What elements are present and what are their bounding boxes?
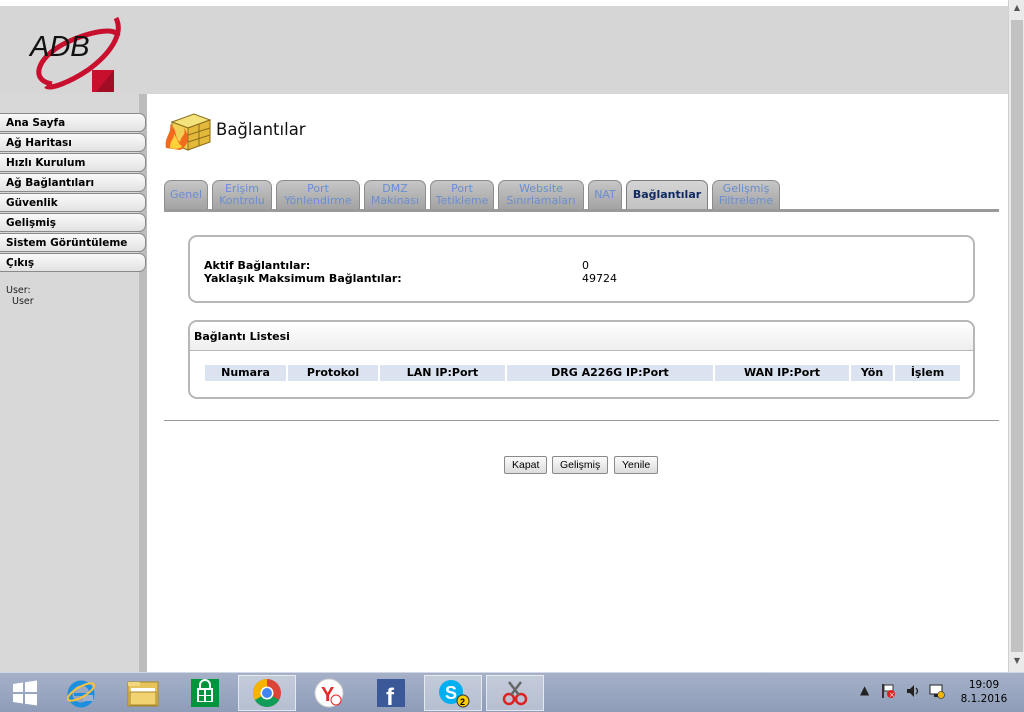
tab-port-yonlendirme[interactable]: Port Yönlendirme [276, 180, 360, 209]
sidebar-nav: Ana Sayfa Ağ Haritası Hızlı Kurulum Ağ B… [0, 113, 146, 273]
tab-dmz-makinasi[interactable]: DMZ Makinası [364, 180, 426, 209]
folder-icon [127, 681, 159, 707]
tab-genel[interactable]: Genel [164, 180, 208, 209]
taskbar-facebook[interactable]: f [362, 675, 420, 711]
taskbar-skype[interactable]: S 2 [424, 675, 482, 711]
column-protokol: Protokol [288, 365, 380, 381]
firewall-icon [165, 113, 212, 151]
sidebar-item-sistem-goruntuleme[interactable]: Sistem Görüntüleme [0, 233, 146, 252]
scroll-thumb[interactable] [1011, 20, 1023, 652]
divider [164, 420, 999, 421]
store-icon [191, 679, 219, 707]
column-yon: Yön [851, 365, 895, 381]
show-hidden-icons-icon[interactable]: ▲ [860, 683, 869, 697]
snipping-tool-icon [502, 681, 528, 706]
clock-date: 8.1.2016 [960, 693, 1008, 705]
taskbar: Y f S 2 ▲ × 19:09 8.1.2016 [0, 672, 1024, 712]
skype-icon: S 2 [439, 680, 470, 708]
windows-start-icon [13, 680, 37, 706]
svg-text:ADB: ADB [28, 31, 90, 63]
yandex-browser-icon: Y [314, 678, 344, 708]
sidebar-item-guvenlik[interactable]: Güvenlik [0, 193, 146, 212]
user-label: User: [6, 285, 31, 296]
tab-baglantilar[interactable]: Bağlantılar [626, 180, 708, 209]
action-center-flag-icon[interactable]: × [880, 683, 896, 699]
column-lan-ip-port: LAN IP:Port [380, 365, 507, 381]
column-wan-ip-port: WAN IP:Port [715, 365, 851, 381]
taskbar-google-chrome[interactable] [238, 675, 296, 711]
connection-table-header: Numara Protokol LAN IP:Port DRG A226G IP… [205, 365, 960, 381]
active-connections-label: Aktif Bağlantılar: [204, 259, 311, 272]
user-info: User: User [6, 285, 34, 307]
header: ADB [0, 0, 1008, 94]
main-content: Bağlantılar Genel Erişim Kontrolu Port Y… [155, 94, 1008, 672]
clock-time: 19:09 [968, 679, 1000, 691]
active-connections-value: 0 [582, 259, 589, 272]
tab-bar: Genel Erişim Kontrolu Port Yönlendirme D… [164, 180, 999, 212]
taskbar-windows-store[interactable] [176, 675, 234, 711]
sidebar-top-spacer [0, 94, 139, 113]
svg-text:S: S [445, 683, 457, 703]
sidebar-item-cikis[interactable]: Çıkış [0, 253, 146, 272]
max-connections-label: Yaklaşık Maksimum Bağlantılar: [204, 272, 402, 285]
column-islem: İşlem [910, 366, 945, 379]
connection-list-panel: Bağlantı Listesi Numara Protokol LAN IP:… [188, 320, 975, 399]
refresh-button[interactable]: Yenile [614, 456, 659, 474]
system-clock[interactable]: 19:09 8.1.2016 [958, 678, 1010, 706]
tab-nat[interactable]: NAT [588, 180, 622, 209]
advanced-button[interactable]: Gelişmiş [552, 456, 609, 474]
column-numara: Numara [205, 365, 288, 381]
sidebar-item-hizli-kurulum[interactable]: Hızlı Kurulum [0, 153, 146, 172]
connection-summary-panel: Aktif Bağlantılar: 0 Yaklaşık Maksimum B… [188, 235, 975, 303]
scroll-down-icon[interactable]: ▼ [1012, 656, 1022, 670]
svg-text:×: × [889, 691, 895, 699]
taskbar-yandex-browser[interactable]: Y [300, 675, 358, 711]
sidebar-item-ana-sayfa[interactable]: Ana Sayfa [0, 113, 146, 132]
start-button[interactable] [0, 675, 50, 711]
chrome-icon [253, 679, 281, 707]
page-title: Bağlantılar [216, 120, 306, 139]
facebook-icon: f [377, 679, 405, 708]
column-drg-ip-port: DRG A226G IP:Port [507, 365, 715, 381]
max-connections-value: 49724 [582, 272, 617, 285]
taskbar-file-explorer[interactable] [114, 675, 172, 711]
sidebar-item-gelismis[interactable]: Gelişmiş [0, 213, 146, 232]
volume-icon[interactable] [905, 683, 921, 699]
sidebar-item-ag-baglantilari[interactable]: Ağ Bağlantıları [0, 173, 146, 192]
close-button[interactable]: Kapat [504, 456, 548, 474]
sidebar: Ana Sayfa Ağ Haritası Hızlı Kurulum Ağ B… [0, 94, 147, 672]
internet-explorer-icon [66, 680, 96, 708]
skype-badge: 2 [460, 697, 465, 707]
tab-website-sinirlamalari[interactable]: Website Sınırlamaları [498, 180, 584, 209]
sidebar-item-ag-haritasi[interactable]: Ağ Haritası [0, 133, 146, 152]
tab-erisim-kontrolu[interactable]: Erişim Kontrolu [212, 180, 272, 209]
adb-logo: ADB [28, 16, 121, 92]
tab-port-tetikleme[interactable]: Port Tetikleme [430, 180, 494, 209]
tab-gelismis-filtreleme[interactable]: Gelişmiş Filtreleme [712, 180, 780, 209]
vertical-scrollbar[interactable]: ▲ ▼ [1008, 0, 1024, 672]
scroll-up-icon[interactable]: ▲ [1012, 3, 1022, 17]
taskbar-snipping-tool[interactable] [486, 675, 544, 711]
connection-list-title: Bağlantı Listesi [190, 322, 973, 351]
network-icon[interactable] [929, 683, 945, 699]
taskbar-internet-explorer[interactable] [52, 675, 110, 711]
svg-text:f: f [386, 684, 395, 708]
user-name: User [12, 296, 34, 307]
